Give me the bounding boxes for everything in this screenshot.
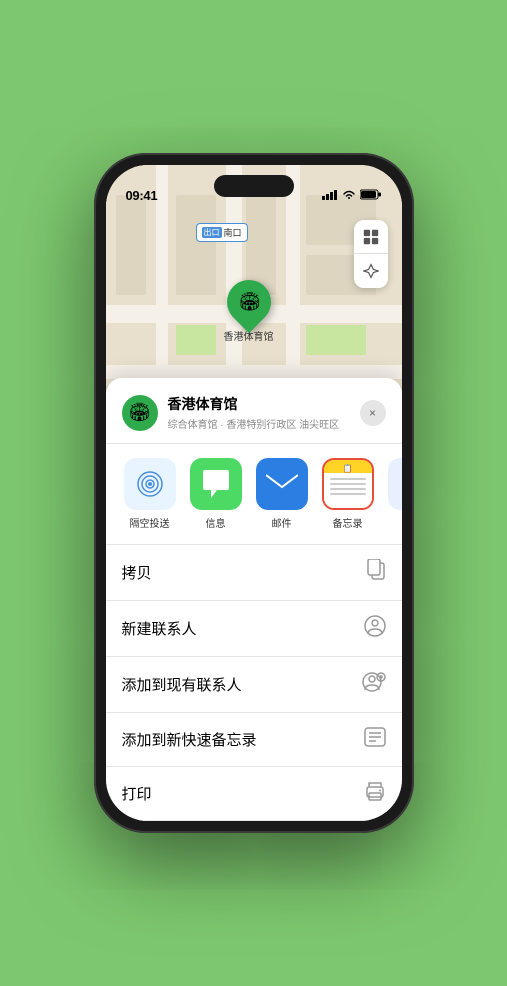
notes-line-2: [330, 483, 366, 485]
airdrop-icon: [124, 458, 176, 510]
apps-row: 隔空投送 信息: [106, 444, 402, 545]
app-item-airdrop[interactable]: 隔空投送: [122, 458, 178, 530]
print-icon: [364, 781, 386, 806]
copy-icon: [366, 559, 386, 586]
airdrop-label: 隔空投送: [130, 515, 170, 530]
location-marker: 🏟 香港体育馆: [224, 280, 274, 343]
notes-icon: 📋: [322, 458, 374, 510]
app-item-more[interactable]: ··· 推: [386, 458, 402, 530]
more-icon: ···: [388, 458, 402, 510]
location-sub: 综合体育馆 · 香港特别行政区 油尖旺区: [168, 416, 350, 431]
notes-line-4: [330, 493, 366, 495]
quick-note-label: 添加到新快速备忘录: [122, 729, 257, 750]
action-row-copy[interactable]: 拷贝: [106, 545, 402, 601]
phone-frame: 09:41: [94, 153, 414, 833]
marker-pin: 🏟: [217, 271, 279, 333]
map-layers-button[interactable]: [354, 220, 388, 254]
notes-line-1: [330, 478, 366, 480]
action-row-add-contact[interactable]: 添加到现有联系人: [106, 657, 402, 713]
map-label-text: 南口: [224, 226, 242, 239]
wifi-icon: [342, 190, 356, 203]
battery-icon: [360, 189, 382, 203]
new-contact-label: 新建联系人: [122, 618, 197, 639]
phone-screen: 09:41: [106, 165, 402, 821]
signal-icon: [322, 190, 338, 203]
messages-label: 信息: [206, 515, 226, 530]
app-item-mail[interactable]: 邮件: [254, 458, 310, 530]
add-contact-label: 添加到现有联系人: [122, 674, 242, 695]
map-controls: [354, 220, 388, 288]
close-button[interactable]: ×: [360, 400, 386, 426]
copy-label: 拷贝: [122, 562, 152, 583]
app-item-messages[interactable]: 信息: [188, 458, 244, 530]
mail-icon: [256, 458, 308, 510]
location-name: 香港体育馆: [168, 394, 350, 414]
print-label: 打印: [122, 783, 152, 804]
notes-label: 备忘录: [333, 515, 363, 530]
add-contact-icon: [362, 671, 386, 698]
status-time: 09:41: [126, 188, 158, 203]
status-icons: [322, 189, 382, 203]
mail-label: 邮件: [272, 515, 292, 530]
location-icon: 🏟: [122, 395, 158, 431]
quick-note-icon: [364, 727, 386, 752]
app-item-notes[interactable]: 📋 备忘录: [320, 458, 376, 530]
location-info: 香港体育馆 综合体育馆 · 香港特别行政区 油尖旺区: [168, 394, 350, 431]
bottom-sheet: 🏟 香港体育馆 综合体育馆 · 香港特别行政区 油尖旺区 ×: [106, 378, 402, 821]
map-label-prefix: 出口: [202, 227, 222, 238]
location-header: 🏟 香港体育馆 综合体育馆 · 香港特别行政区 油尖旺区 ×: [106, 394, 402, 444]
notes-line-3: [330, 488, 366, 490]
notes-lines: [324, 473, 372, 508]
action-row-new-contact[interactable]: 新建联系人: [106, 601, 402, 657]
messages-icon: [190, 458, 242, 510]
new-contact-icon: [364, 615, 386, 642]
location-button[interactable]: [354, 254, 388, 288]
action-row-quick-note[interactable]: 添加到新快速备忘录: [106, 713, 402, 767]
action-row-print[interactable]: 打印: [106, 767, 402, 821]
marker-pin-icon: 🏟: [237, 292, 260, 313]
map-label: 出口 南口: [196, 223, 248, 242]
dynamic-island: [214, 175, 294, 197]
